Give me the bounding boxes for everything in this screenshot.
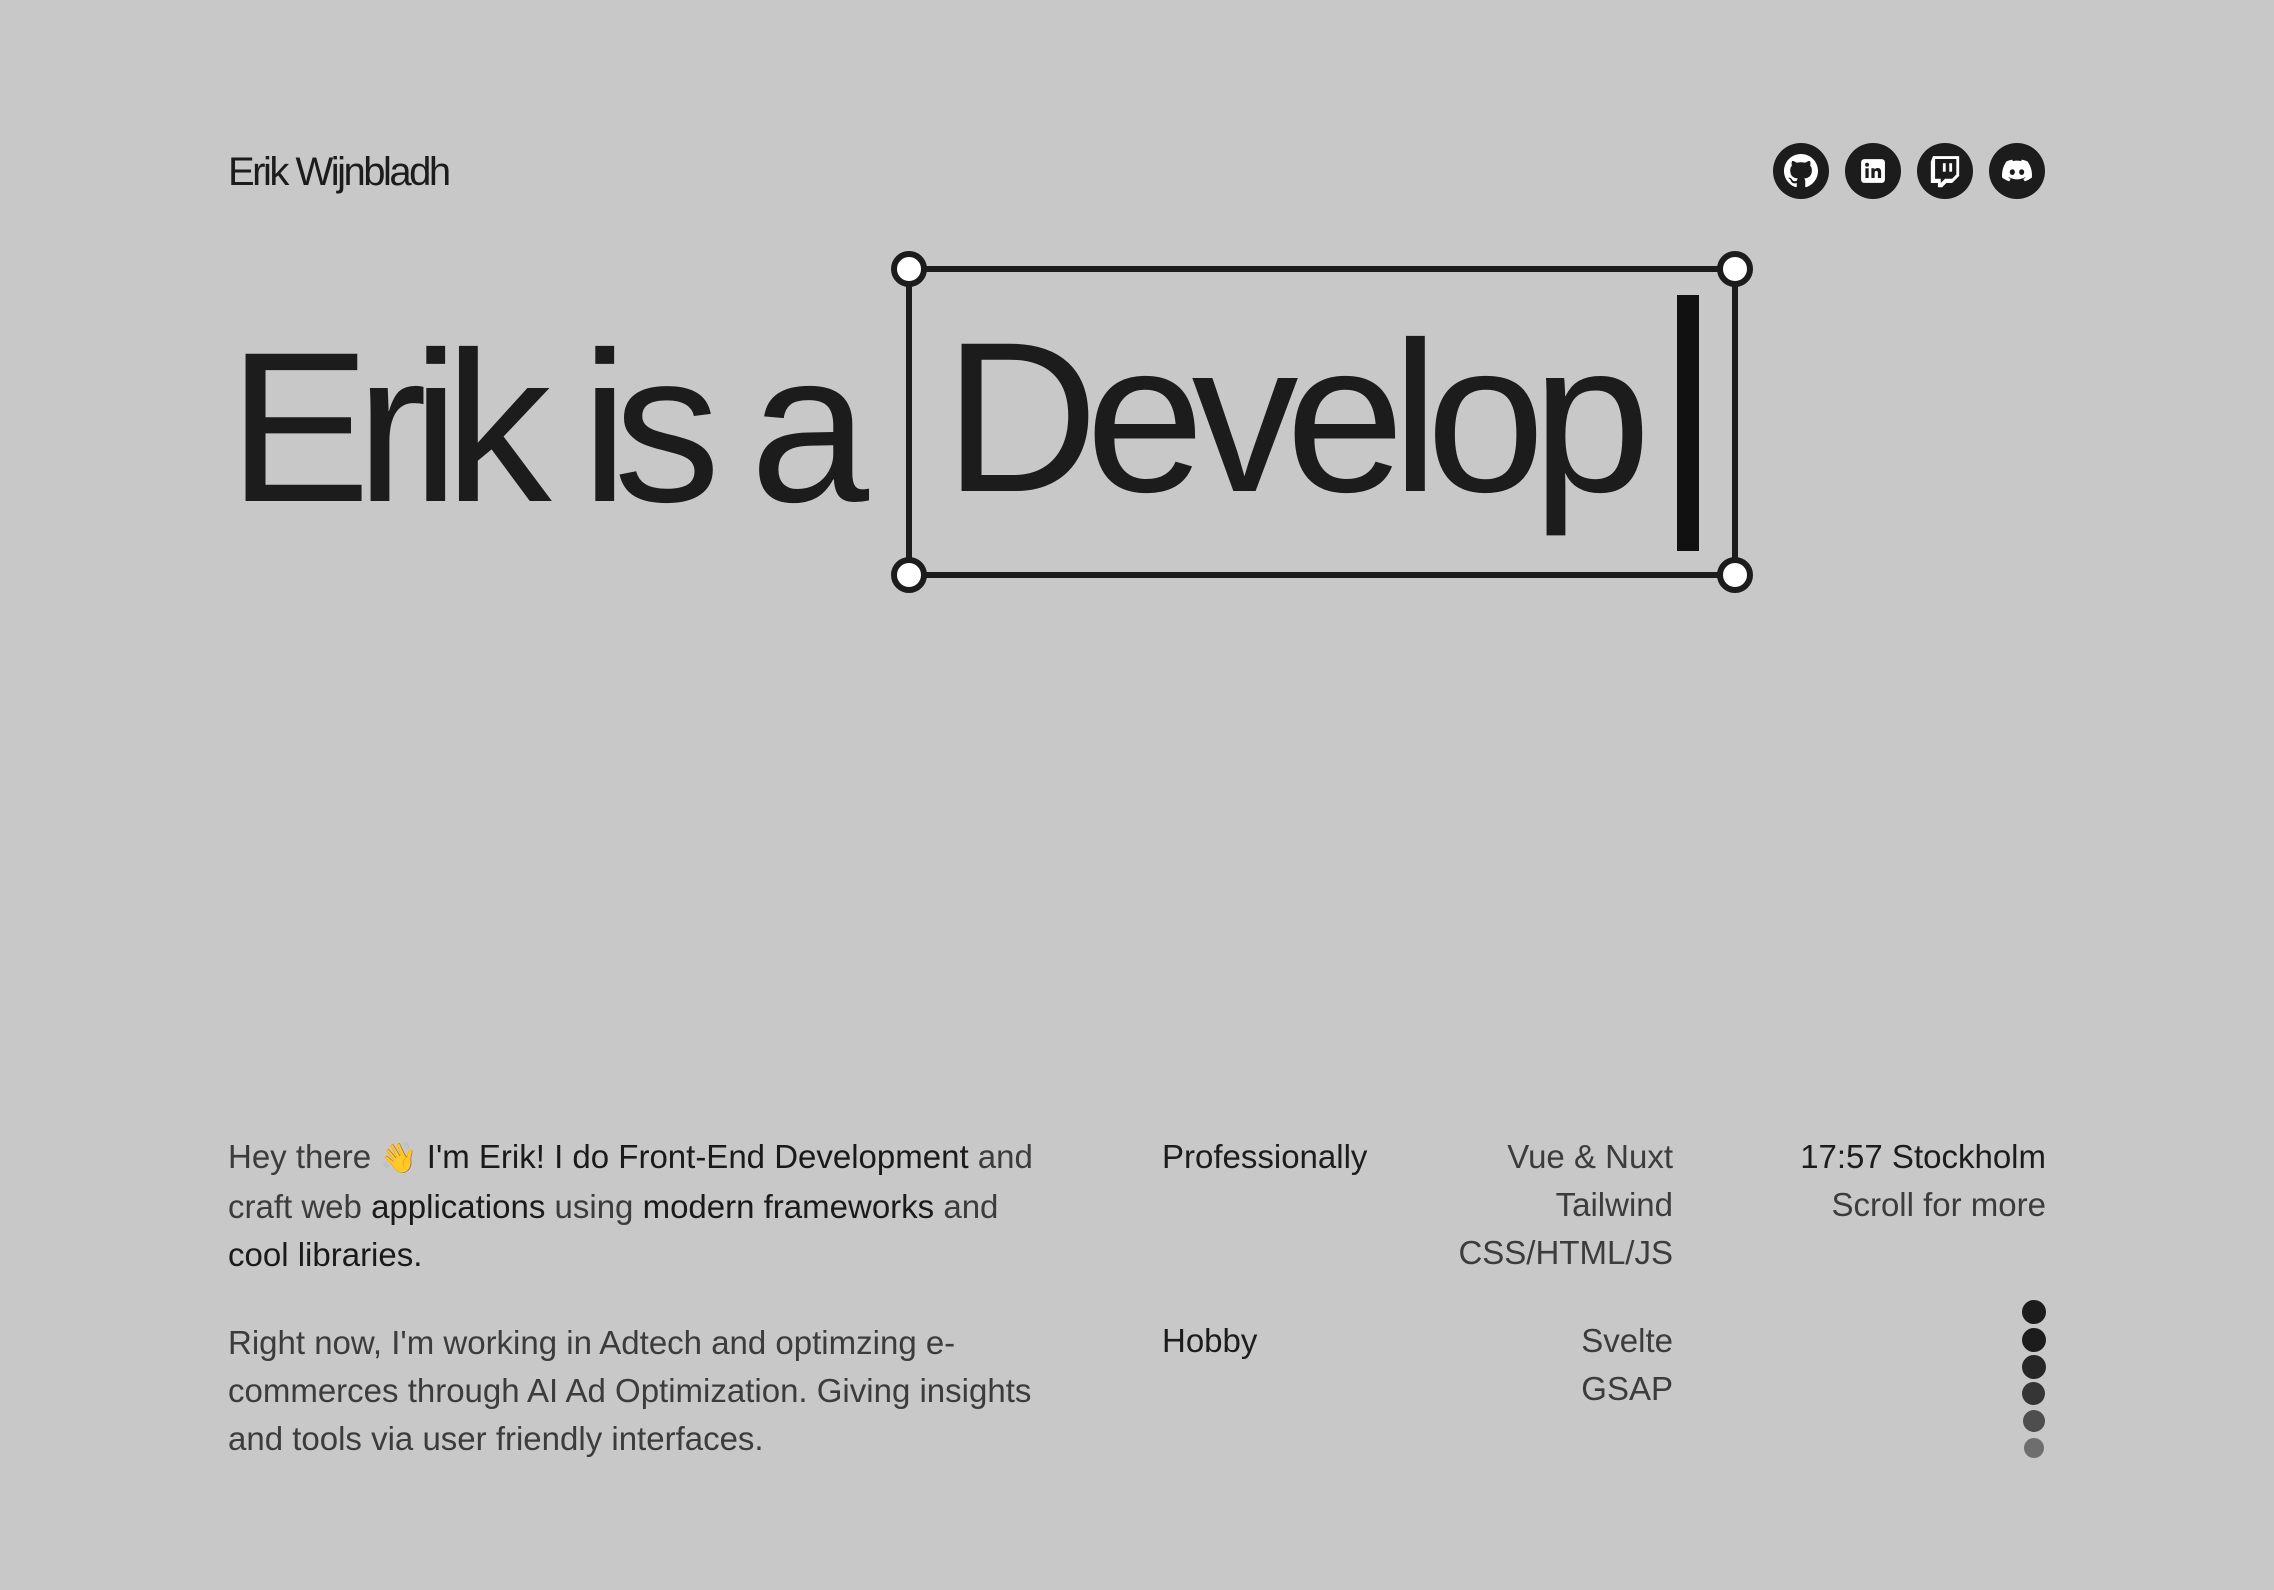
intro-text-segment: I'm Erik! I do — [417, 1138, 619, 1175]
intro-highlight: Front-End Development — [618, 1138, 969, 1175]
intro-highlight: cool libraries — [228, 1236, 414, 1273]
resize-handle-top-left — [891, 251, 927, 287]
github-link[interactable] — [1773, 143, 1829, 199]
skills-professional-list: Vue & Nuxt Tailwind CSS/HTML/JS — [1273, 1133, 1673, 1277]
hero-heading: Erik is a — [228, 308, 869, 547]
discord-icon — [2000, 154, 2034, 188]
scroll-dot — [2022, 1328, 2046, 1352]
portfolio-page: Erik Wijnbladh Erik is a Develop Hey the… — [0, 0, 2274, 1590]
text-cursor — [1677, 295, 1699, 551]
skill-item: Svelte — [1581, 1322, 1673, 1359]
scroll-dot — [2022, 1355, 2046, 1379]
scroll-dot — [2022, 1300, 2046, 1324]
discord-link[interactable] — [1989, 143, 2045, 199]
status-block: 17:57 Stockholm Scroll for more — [1800, 1133, 2046, 1229]
scroll-dot — [2022, 1382, 2045, 1405]
local-time: 17:57 Stockholm — [1800, 1138, 2046, 1175]
social-links — [1773, 143, 2045, 199]
linkedin-link[interactable] — [1845, 143, 1901, 199]
skill-item: Tailwind — [1555, 1186, 1673, 1223]
twitch-icon — [1928, 154, 1962, 188]
intro-text-segment: using — [545, 1188, 643, 1225]
intro-paragraph-1: Hey there 👋 I'm Erik! I do Front-End Dev… — [228, 1133, 1048, 1279]
linkedin-icon — [1860, 158, 1886, 184]
brand-name[interactable]: Erik Wijnbladh — [228, 148, 451, 196]
intro-highlight: modern frameworks — [642, 1188, 935, 1225]
intro-text-segment: . — [413, 1236, 423, 1273]
skill-item: Vue & Nuxt — [1507, 1138, 1673, 1175]
typed-word-selection-box: Develop — [891, 251, 1753, 593]
intro-paragraph-2: Right now, I'm working in Adtech and opt… — [228, 1324, 1032, 1457]
skills-hobby-label: Hobby — [1162, 1322, 1258, 1359]
github-icon — [1784, 154, 1818, 188]
hero-typed-word: Develop — [944, 298, 1651, 537]
intro-text: Hey there 👋 I'm Erik! I do Front-End Dev… — [228, 1133, 1048, 1503]
hero-prefix: Erik is a — [228, 308, 869, 547]
resize-handle-top-right — [1717, 251, 1753, 287]
intro-text-segment: Hey there — [228, 1138, 381, 1175]
skill-item: CSS/HTML/JS — [1458, 1234, 1673, 1271]
resize-handle-bottom-left — [891, 557, 927, 593]
resize-handle-bottom-right — [1717, 557, 1753, 593]
scroll-hint[interactable]: Scroll for more — [1800, 1181, 2046, 1229]
skills-hobby-list: Svelte GSAP — [1273, 1317, 1673, 1413]
intro-highlight: applications — [371, 1188, 546, 1225]
intro-text-segment: and — [934, 1188, 999, 1225]
scroll-dot — [2023, 1410, 2045, 1432]
twitch-link[interactable] — [1917, 143, 1973, 199]
skill-item: GSAP — [1581, 1370, 1673, 1407]
waving-hand-icon: 👋 — [380, 1142, 418, 1175]
scroll-dot — [2024, 1438, 2044, 1458]
